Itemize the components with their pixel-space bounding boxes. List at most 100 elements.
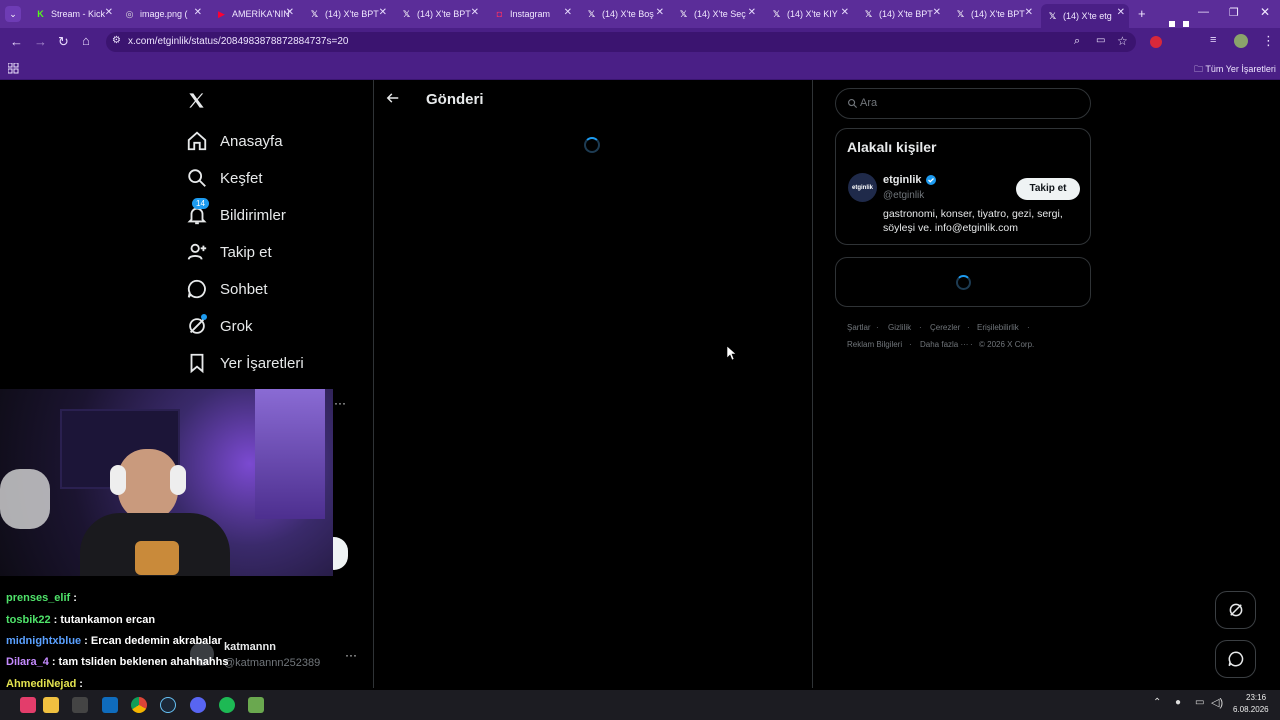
person-handle[interactable]: @etginlik [883, 190, 924, 201]
browser-tab[interactable]: ◎ image.png (✕ [118, 4, 206, 24]
chrome-icon[interactable] [131, 697, 147, 713]
kick-icon: K [37, 9, 44, 19]
browser-tab[interactable]: 𝕏 (14) X'te Boş ✕ [580, 4, 668, 24]
account-menu-icon[interactable]: ··· [345, 648, 357, 662]
search-input[interactable]: Ara [835, 88, 1091, 119]
browser-tab[interactable]: ◘ Instagram ✕ [488, 4, 576, 24]
footer-link-ads-info[interactable]: Reklam Bilgileri [847, 340, 902, 349]
footer-link-more[interactable]: Daha fazla ··· [920, 340, 968, 349]
apps-grid-icon[interactable] [7, 61, 19, 79]
install-icon[interactable]: ▭ [1096, 35, 1105, 46]
tab-close-icon[interactable]: ✕ [1117, 7, 1125, 18]
nav-explore[interactable]: Keşfet [186, 163, 263, 193]
network-icon[interactable]: ▭ [1195, 697, 1204, 708]
grok-float-button[interactable] [1215, 591, 1256, 629]
nav-home[interactable]: Anasayfa [186, 126, 283, 156]
file-explorer-icon[interactable] [43, 697, 59, 713]
outlook-icon[interactable] [102, 697, 118, 713]
person-name[interactable]: etginlik [883, 174, 922, 186]
browser-tab[interactable]: 𝕏 (14) X'te BPT ✕ [857, 4, 945, 24]
tab-close-icon[interactable]: ✕ [656, 7, 664, 18]
close-window-button[interactable]: ✕ [1260, 5, 1270, 19]
steam-icon[interactable] [160, 697, 176, 713]
nav-bookmarks[interactable]: Yer İşaretleri [186, 348, 304, 378]
browser-tab[interactable]: 𝕏 (14) X'te BPT ✕ [949, 4, 1037, 24]
browser-tab[interactable]: 𝕏 (14) X'te BPT ✕ [303, 4, 391, 24]
clock-time[interactable]: 23:16 [1246, 693, 1266, 702]
tab-close-icon[interactable]: ✕ [841, 7, 849, 18]
volume-icon[interactable]: ◁) [1211, 696, 1223, 709]
nav-grok[interactable]: Grok [186, 311, 253, 341]
clock-date[interactable]: 6.08.2026 [1233, 705, 1269, 714]
home-icon[interactable]: ⌂ [82, 33, 90, 48]
follow-button[interactable]: Takip et [1016, 178, 1080, 200]
chat-text: : [73, 592, 77, 604]
user-avatar-icon[interactable] [1234, 34, 1248, 48]
maximize-button[interactable]: ❐ [1229, 6, 1239, 19]
tab-close-icon[interactable]: ✕ [564, 7, 572, 18]
back-arrow-icon[interactable]: ← [10, 34, 23, 49]
shirt-graphic [135, 541, 179, 575]
tab-close-icon[interactable]: ✕ [194, 7, 202, 18]
tab-close-icon[interactable]: ✕ [748, 7, 756, 18]
zoom-icon[interactable]: ⌕ [1074, 35, 1080, 48]
app-icon[interactable] [248, 697, 264, 713]
account-more-icon[interactable]: ··· [334, 396, 346, 410]
tab-label: Stream - Kick [51, 9, 106, 19]
spotify-icon[interactable] [219, 697, 235, 713]
tray-chevron-icon[interactable]: ⌃ [1153, 697, 1161, 708]
person-name-row[interactable]: etginlik [883, 174, 937, 186]
tab-close-icon[interactable]: ✕ [105, 7, 113, 18]
nav-notifications[interactable]: 14 Bildirimler [186, 198, 286, 230]
browser-tab[interactable]: 𝕏 (14) X'te Seç ✕ [672, 4, 760, 24]
site-info-icon[interactable]: ⚙ [112, 35, 121, 46]
footer-separator: · [876, 323, 879, 332]
messages-float-button[interactable] [1215, 640, 1256, 678]
browser-tab[interactable]: ▶ AMERİKA'NIN ✕ [210, 4, 298, 24]
footer-link-privacy[interactable]: Gizlilik [888, 323, 911, 332]
footer-link-terms[interactable]: Şartlar [847, 323, 871, 332]
chat-username[interactable]: prenses_elif [6, 592, 70, 604]
media-icon[interactable]: ≡ [1210, 34, 1216, 46]
browser-tab[interactable]: 𝕏 (14) X'te KIY ✕ [765, 4, 853, 24]
address-bar[interactable]: ⚙ x.com/etginlik/status/2084983878872884… [106, 32, 1136, 52]
browser-tab[interactable]: 𝕏 (14) X'te BPT ✕ [395, 4, 483, 24]
tab-label: (14) X'te KIY [787, 9, 838, 19]
streamer-head [118, 449, 178, 521]
new-tab-button[interactable]: + [1138, 6, 1146, 21]
x-icon: 𝕏 [864, 8, 873, 19]
tab-close-icon[interactable]: ✕ [379, 7, 387, 18]
tab-close-icon[interactable]: ✕ [933, 7, 941, 18]
chat-username[interactable]: AhmediNejad [6, 678, 76, 690]
tab-close-icon[interactable]: ✕ [286, 7, 294, 18]
chat-username[interactable]: tosbik22 [6, 614, 51, 626]
tab-close-icon[interactable]: ✕ [471, 7, 479, 18]
nav-chat[interactable]: Sohbet [186, 274, 268, 304]
reload-icon[interactable]: ↻ [58, 34, 69, 50]
extension-icon[interactable] [1150, 36, 1162, 48]
footer-link-accessibility[interactable]: Erişilebilirlik [977, 323, 1019, 332]
avatar[interactable]: etginlik [848, 173, 877, 202]
browser-tab[interactable]: 𝕏 (14) X'te etg ✕ [1041, 4, 1129, 28]
x-logo-icon[interactable] [187, 91, 206, 115]
chat-username[interactable]: Dilara_4 [6, 656, 49, 668]
account-name[interactable]: katmannn [224, 641, 276, 653]
discord-icon[interactable] [190, 697, 206, 713]
chat-username[interactable]: midnightxblue [6, 635, 81, 647]
tab-search-button[interactable]: ⌄ [5, 6, 21, 22]
account-handle[interactable]: @katmannn252389 [224, 657, 320, 669]
forward-arrow-icon[interactable]: → [34, 34, 47, 49]
menu-icon[interactable]: ⋮ [1262, 33, 1275, 49]
back-arrow-icon[interactable] [386, 91, 400, 110]
nav-follow[interactable]: Takip et [186, 237, 272, 267]
url-text[interactable]: x.com/etginlik/status/208498387887288473… [128, 36, 348, 47]
bookmark-star-icon[interactable]: ☆ [1117, 34, 1128, 48]
start-icon[interactable] [20, 697, 36, 713]
store-icon[interactable] [72, 697, 88, 713]
minimize-button[interactable]: — [1198, 6, 1209, 18]
browser-tab[interactable]: K Stream - Kick ✕ [29, 4, 117, 24]
tab-close-icon[interactable]: ✕ [1025, 7, 1033, 18]
microphone-icon[interactable]: ● [1175, 697, 1181, 708]
footer-link-cookies[interactable]: Çerezler [930, 323, 960, 332]
all-bookmarks-button[interactable]: 🗀 Tüm Yer İşaretleri [1194, 62, 1276, 78]
